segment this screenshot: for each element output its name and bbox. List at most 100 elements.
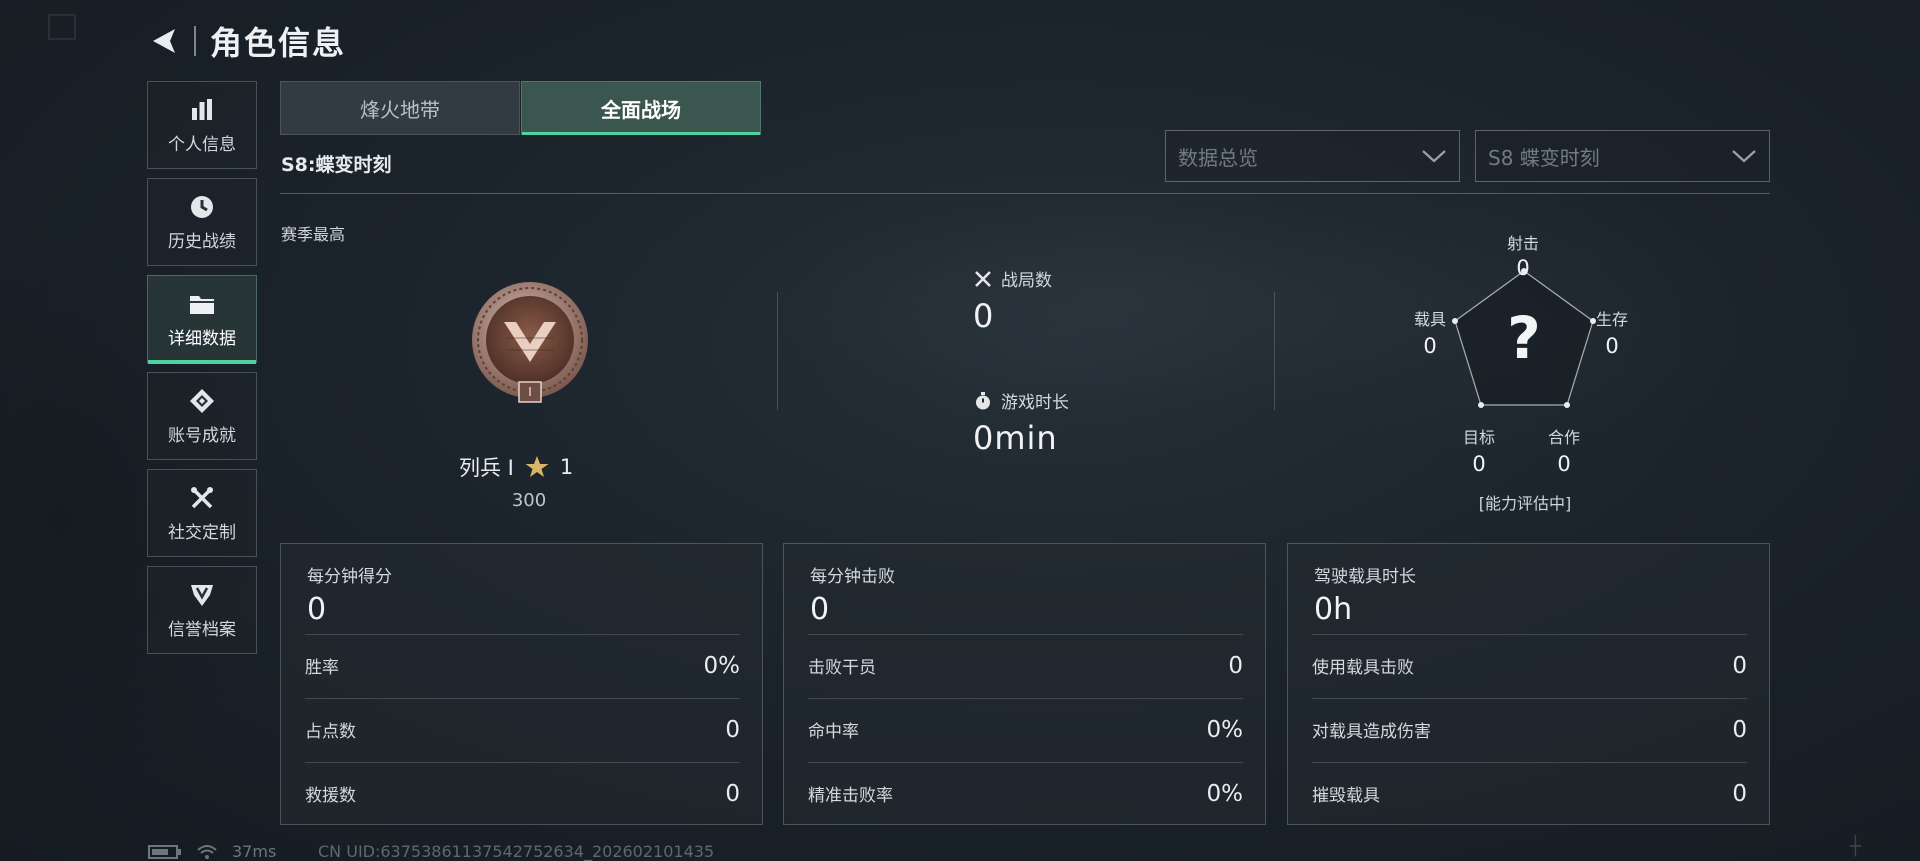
chevron-down-icon (1422, 150, 1446, 163)
stopwatch-icon (976, 391, 990, 409)
stat-value: 0% (1206, 716, 1244, 743)
stat-label: 命中率 (808, 722, 859, 742)
section-divider (280, 193, 1770, 194)
playtime-label: 游戏时长 (1001, 393, 1069, 413)
folder-icon (190, 295, 214, 314)
panel-value: 0 (810, 592, 830, 627)
stat-row: 命中率 0% (808, 698, 1243, 760)
crosshair-mark: ┼ (1850, 836, 1861, 857)
sidebar-item-label: 详细数据 (168, 328, 236, 349)
panel-title: 驾驶载具时长 (1314, 567, 1416, 587)
rank-name: 列兵 Ⅰ (459, 456, 514, 480)
stat-label: 精准击败率 (808, 786, 893, 806)
stat-row: 救援数 0 (305, 762, 740, 824)
stat-value: 0 (1228, 652, 1243, 679)
rank-stars: 1 (559, 455, 574, 479)
chevron-down-icon (1732, 150, 1756, 163)
tab-full-battlefield[interactable]: 全面战场 (521, 81, 761, 135)
stat-label: 摧毁载具 (1312, 786, 1380, 806)
crossed-swords-icon (975, 270, 991, 287)
radar-axis-value: 0 (1472, 452, 1486, 476)
stat-label: 胜率 (305, 658, 339, 678)
stat-label: 使用载具击败 (1312, 658, 1414, 678)
stat-value: 0 (1732, 716, 1747, 743)
radar-axis-value: 0 (1605, 334, 1619, 358)
sidebar-item-personal-info[interactable]: 个人信息 (147, 81, 257, 169)
stat-value: 0 (725, 716, 740, 743)
matches-stat: 战局数 0 (973, 266, 1052, 335)
battery-icon (148, 844, 181, 859)
medal-icon (190, 388, 214, 413)
uid-text: CN UID:63753861137542752634_202602101435 (318, 842, 715, 861)
sidebar-item-social-custom[interactable]: 社交定制 (147, 469, 257, 557)
season-dropdown[interactable]: S8 蝶变时刻 (1475, 130, 1770, 182)
radar-chart: ? (1447, 267, 1601, 409)
stat-row: 击败干员 0 (808, 634, 1243, 696)
back-arrow-icon[interactable] (148, 24, 182, 58)
radar-axis-value: 0 (1423, 334, 1437, 358)
radar-axis-value: 0 (1557, 452, 1571, 476)
season-title: S8:蝶变时刻 (281, 154, 392, 176)
bar-chart-icon (192, 98, 212, 120)
rank-line: 列兵 Ⅰ 1 (459, 452, 573, 482)
radar-status: [能力评估中] (1478, 494, 1572, 513)
radar-center-mark: ? (1507, 304, 1541, 372)
scope-dropdown[interactable]: 数据总览 (1165, 130, 1460, 182)
sidebar-item-label: 个人信息 (168, 134, 236, 155)
stat-row: 胜率 0% (305, 634, 740, 696)
season-best-label: 赛季最高 (281, 225, 346, 244)
panel-value: 0h (1314, 592, 1353, 627)
dropdown-value: S8 蝶变时刻 (1488, 145, 1600, 170)
stat-label: 击败干员 (808, 658, 876, 678)
stat-value: 0 (1732, 652, 1747, 679)
radar-axis-label: 载具 (1413, 310, 1446, 329)
corner-frame-decoration (48, 14, 76, 40)
column-divider (1274, 292, 1275, 410)
stat-label: 救援数 (305, 786, 356, 806)
kills-panel: 每分钟击败 0 击败干员 0 命中率 0% 精准击败率 0% (783, 543, 1266, 825)
wifi-icon (197, 844, 217, 859)
stat-value: 0% (1206, 780, 1244, 807)
tab-fire-zone[interactable]: 烽火地带 (280, 81, 520, 135)
column-divider (777, 292, 778, 410)
stat-row: 摧毁载具 0 (1312, 762, 1747, 824)
tools-icon (191, 486, 213, 508)
sidebar-item-detailed-data[interactable]: 详细数据 (147, 275, 257, 364)
rank-badge: Ⅰ (466, 278, 594, 408)
header-divider (194, 26, 196, 56)
shield-icon (191, 584, 213, 606)
sidebar-item-label: 信誉档案 (168, 619, 236, 640)
stat-row: 对载具造成伤害 0 (1312, 698, 1747, 760)
dropdown-value: 数据总览 (1178, 145, 1258, 170)
page-header: 角色信息 (148, 20, 346, 62)
sidebar-item-label: 账号成就 (168, 425, 236, 446)
star-icon (525, 456, 549, 477)
matches-label: 战局数 (1001, 271, 1052, 291)
radar-axis-label: 生存 (1595, 310, 1628, 329)
page-title: 角色信息 (210, 24, 347, 62)
sidebar-item-reputation[interactable]: 信誉档案 (147, 566, 257, 654)
stat-label: 占点数 (305, 722, 356, 742)
radar-axis-label: 合作 (1547, 428, 1580, 447)
rank-points: 300 (511, 490, 547, 511)
score-panel: 每分钟得分 0 胜率 0% 占点数 0 救援数 0 (280, 543, 763, 825)
sidebar-item-achievements[interactable]: 账号成就 (147, 372, 257, 460)
stat-row: 占点数 0 (305, 698, 740, 760)
stat-value: 0% (703, 652, 741, 679)
stat-value: 0 (1732, 780, 1747, 807)
playtime-stat: 游戏时长 0min (973, 388, 1069, 457)
stat-value: 0 (725, 780, 740, 807)
matches-value: 0 (973, 297, 995, 335)
tab-label: 全面战场 (601, 97, 681, 122)
ping-value: 37ms (232, 842, 277, 861)
radar-axis-label: 射击 (1506, 234, 1539, 253)
panel-value: 0 (307, 592, 327, 627)
sidebar-item-history[interactable]: 历史战绩 (147, 178, 257, 266)
vehicle-panel: 驾驶载具时长 0h 使用载具击败 0 对载具造成伤害 0 摧毁载具 0 (1287, 543, 1770, 825)
status-bar: 37ms (148, 842, 276, 861)
clock-icon (191, 195, 213, 218)
sidebar-item-label: 社交定制 (168, 522, 236, 543)
panel-title: 每分钟得分 (307, 567, 392, 587)
stat-row: 使用载具击败 0 (1312, 634, 1747, 696)
radar-axis-label: 目标 (1462, 428, 1495, 447)
